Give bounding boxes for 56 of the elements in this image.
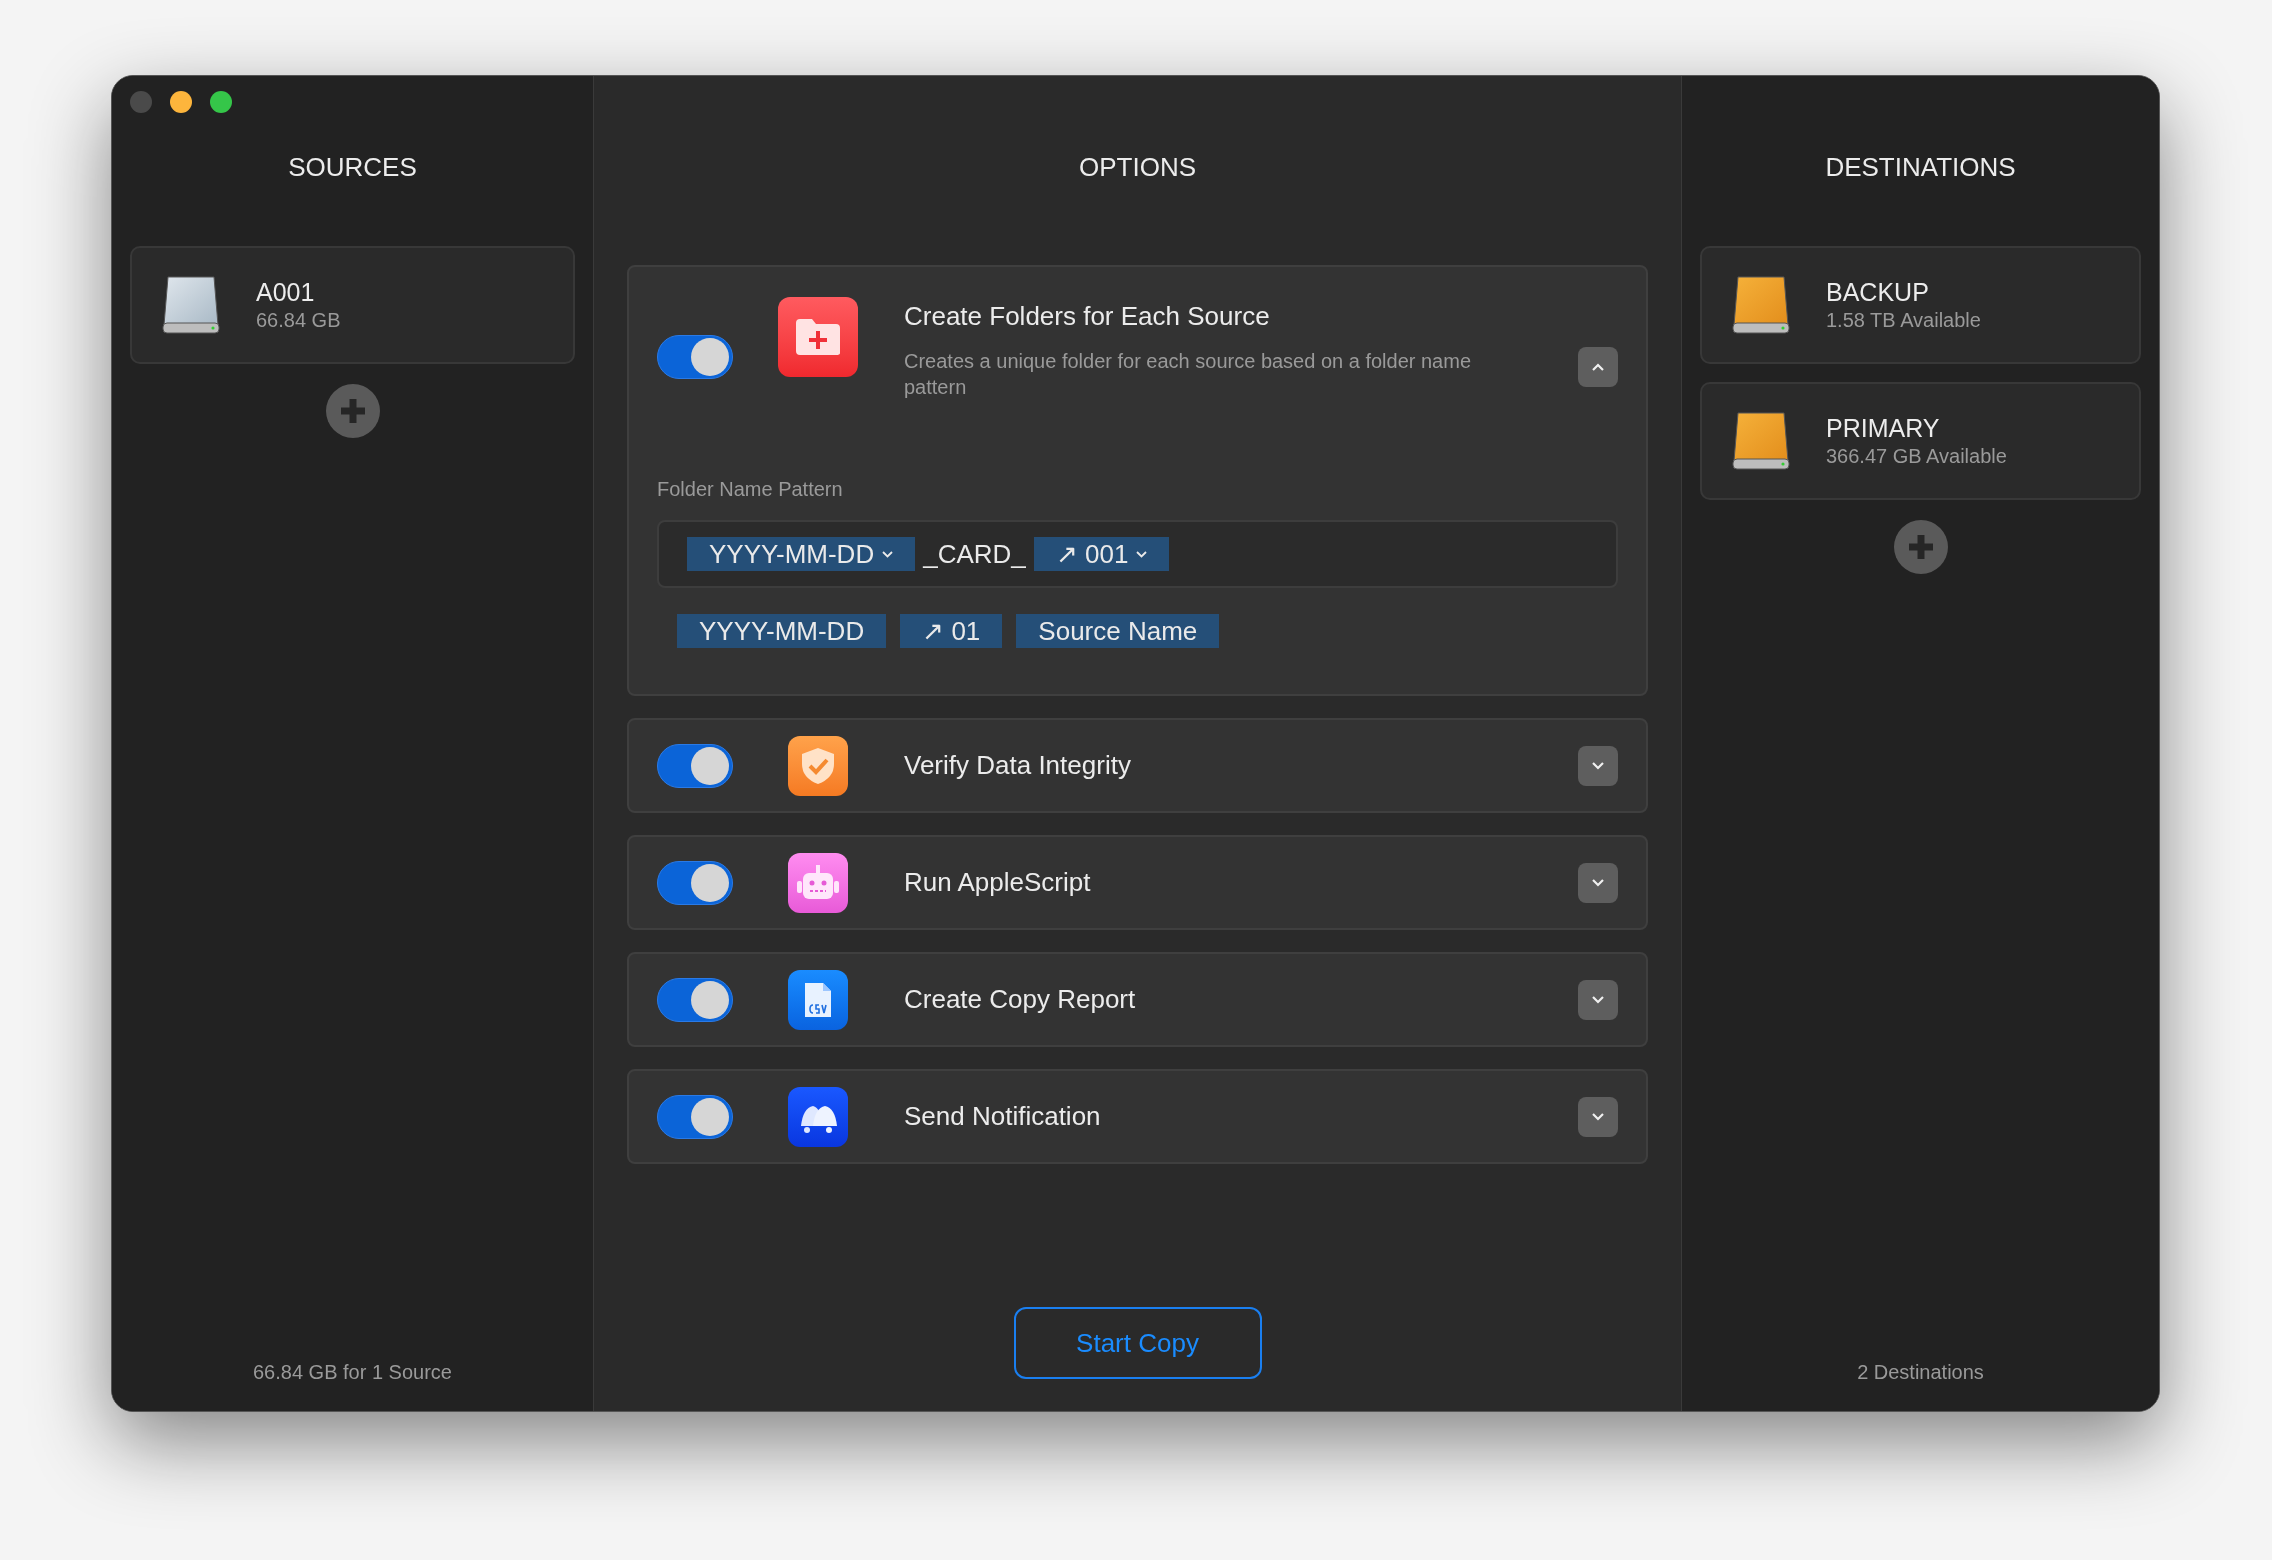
chevron-down-icon — [1591, 761, 1605, 770]
column-title: OPTIONS — [1079, 151, 1196, 184]
chevron-down-icon — [1591, 1112, 1605, 1121]
drive-card[interactable]: PRIMARY 366.47 GB Available — [1700, 382, 2141, 500]
column-title: SOURCES — [288, 151, 417, 184]
drive-name: BACKUP — [1826, 276, 1930, 308]
robot-icon — [788, 852, 848, 913]
pattern-token[interactable]: YYYY-MM-DD — [677, 614, 887, 648]
expand-button[interactable] — [1578, 979, 1618, 1020]
option-description: Creates a unique folder for each source based on a folder name pattern — [904, 349, 1473, 400]
drive-icon — [1732, 411, 1790, 471]
start-copy-button[interactable]: Start Copy — [1013, 1307, 1262, 1379]
expand-button[interactable] — [1578, 347, 1618, 387]
column-title: DESTINATIONS — [1825, 151, 2016, 184]
pattern-token[interactable]: ↗ 001 — [1033, 537, 1170, 571]
expand-button[interactable] — [1578, 745, 1618, 786]
add-button[interactable] — [325, 384, 380, 438]
shield-icon — [788, 735, 848, 796]
toggle-switch[interactable] — [657, 335, 733, 379]
toggle-switch[interactable] — [657, 1094, 733, 1139]
footer-summary: 66.84 GB for 1 Source — [253, 1360, 452, 1385]
drive-name: PRIMARY — [1826, 412, 1941, 444]
drive-detail: 366.47 GB Available — [1826, 444, 2007, 470]
option-title: Create Copy Report — [904, 983, 1137, 1016]
drive-icon — [1732, 275, 1790, 335]
pattern-token[interactable]: Source Name — [1016, 614, 1220, 648]
caret-icon — [882, 550, 894, 558]
pattern-token[interactable]: ↗ 01 — [900, 614, 1003, 648]
folder-icon — [778, 297, 858, 377]
document-icon — [788, 969, 848, 1030]
chevron-down-icon — [1591, 995, 1605, 1004]
add-button[interactable] — [1893, 520, 1948, 574]
option-title: Send Notification — [904, 1100, 1102, 1133]
field-label: Folder Name Pattern — [657, 477, 844, 502]
drive-detail: 66.84 GB — [256, 308, 341, 334]
drive-detail: 1.58 TB Available — [1826, 308, 1981, 334]
caret-icon — [1136, 550, 1148, 558]
chevron-down-icon — [1591, 878, 1605, 887]
toggle-switch[interactable] — [657, 743, 733, 788]
expand-button[interactable] — [1578, 862, 1618, 903]
option-title: Verify Data Integrity — [904, 749, 1132, 782]
pattern-text: _CARD_ — [922, 537, 1027, 571]
toggle-switch[interactable] — [657, 977, 733, 1022]
bells-icon — [788, 1086, 848, 1147]
drive-name: A001 — [256, 276, 316, 308]
drive-icon — [162, 275, 220, 335]
chevron-up-icon — [1591, 362, 1605, 372]
toggle-switch[interactable] — [657, 860, 733, 905]
pattern-token[interactable]: YYYY-MM-DD — [687, 537, 916, 571]
expand-button[interactable] — [1578, 1096, 1618, 1137]
footer-summary: 2 Destinations — [1857, 1360, 1984, 1385]
drive-card[interactable]: A001 66.84 GB — [130, 246, 575, 364]
option-title: Create Folders for Each Source — [904, 300, 1271, 333]
drive-card[interactable]: BACKUP 1.58 TB Available — [1700, 246, 2141, 364]
pattern-field[interactable]: YYYY-MM-DD _CARD_ ↗ 001 — [657, 520, 1618, 588]
option-title: Run AppleScript — [904, 866, 1092, 899]
